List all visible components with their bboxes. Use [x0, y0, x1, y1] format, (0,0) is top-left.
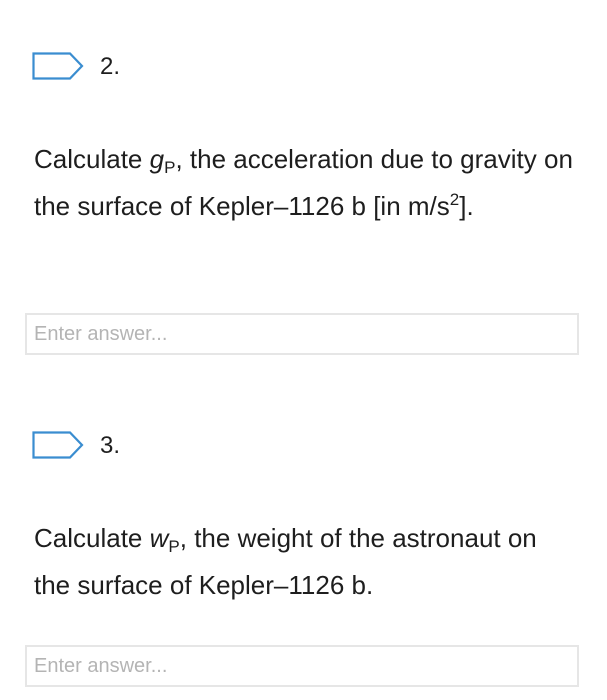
bookmark-flag-icon[interactable]	[32, 431, 84, 459]
variable-subscript: P	[168, 537, 180, 556]
bookmark-flag-icon[interactable]	[32, 52, 84, 80]
answer-input[interactable]	[25, 645, 579, 687]
question-number: 3.	[100, 432, 121, 459]
answer-input[interactable]	[25, 313, 579, 355]
question-number: 2.	[100, 53, 121, 80]
variable-symbol: g	[149, 144, 165, 174]
variable-subscript: P	[164, 158, 176, 177]
question-text: Calculate gP, the acceleration due to gr…	[34, 144, 573, 221]
question-text: Calculate wP, the weight of the astronau…	[34, 523, 537, 600]
unit-superscript: 2	[449, 190, 460, 209]
variable-symbol: w	[149, 523, 169, 553]
